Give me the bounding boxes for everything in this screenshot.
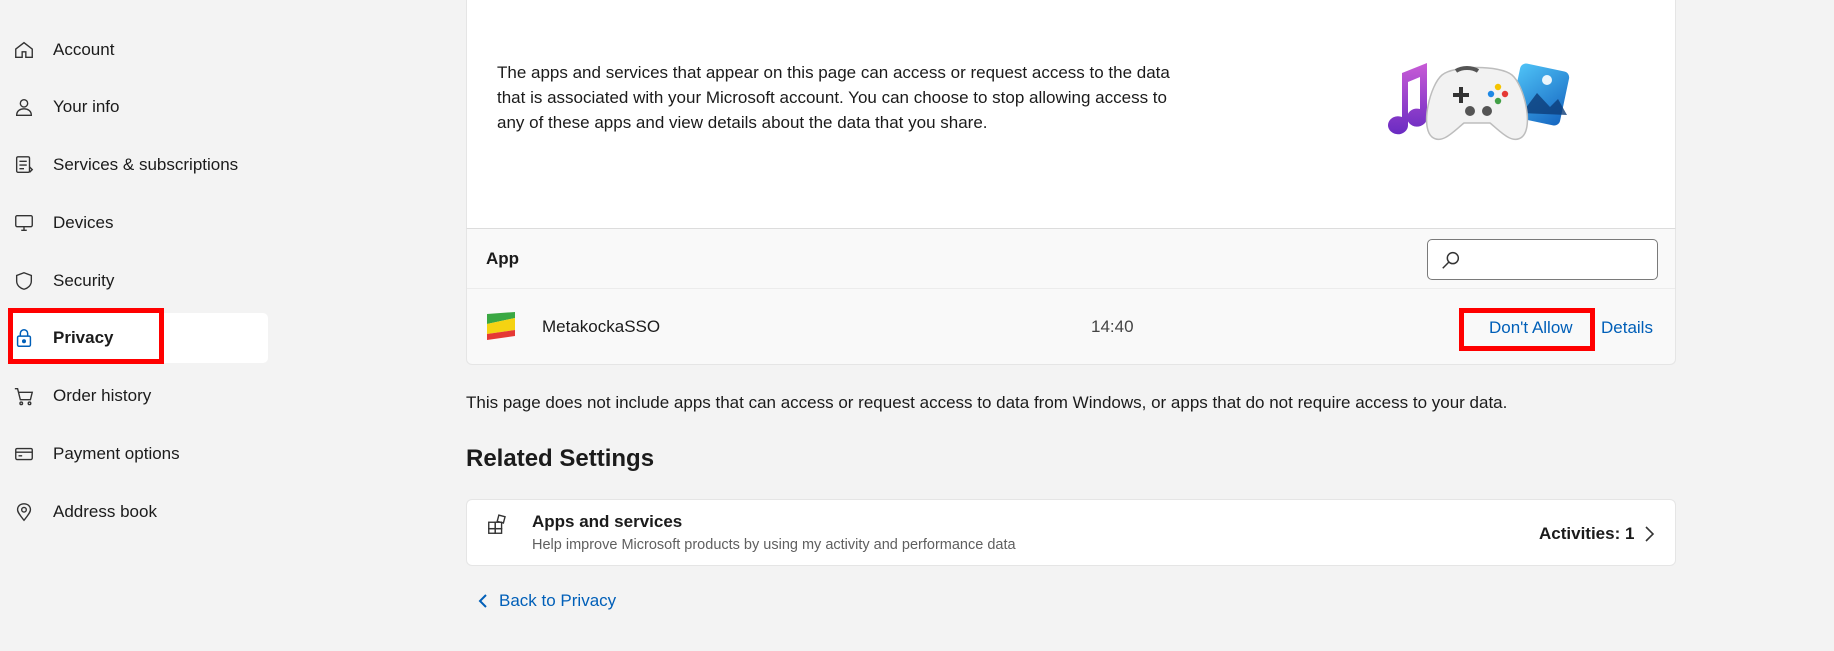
back-to-privacy-link[interactable]: Back to Privacy xyxy=(476,591,616,611)
sidebar-item-label: Payment options xyxy=(53,444,180,463)
related-settings-title: Related Settings xyxy=(466,445,655,472)
cart-icon xyxy=(12,384,36,408)
sidebar-item-privacy[interactable]: Privacy xyxy=(8,313,268,363)
sidebar-item-label: Account xyxy=(53,40,115,59)
sidebar-item-label: Security xyxy=(53,271,115,290)
sidebar-item-label: Your info xyxy=(53,97,120,116)
chevron-left-icon xyxy=(478,594,487,608)
sidebar-item-label: Services & subscriptions xyxy=(53,155,239,174)
column-header-app: App xyxy=(486,249,520,268)
activities-count: Activities: 1 xyxy=(1539,524,1635,543)
location-icon xyxy=(12,500,36,524)
card-icon xyxy=(12,442,36,466)
sidebar-item-order-history[interactable]: Order history xyxy=(8,371,268,421)
search-icon xyxy=(1442,251,1460,269)
related-item-name: Apps and services xyxy=(532,512,683,531)
sidebar-item-devices[interactable]: Devices xyxy=(8,198,268,248)
search-input[interactable] xyxy=(1470,246,1650,274)
monitor-icon xyxy=(12,211,36,235)
apps-icon xyxy=(488,514,506,534)
lock-icon xyxy=(12,326,36,350)
sidebar-item-address-book[interactable]: Address book xyxy=(8,487,268,537)
sidebar-item-account[interactable]: Account xyxy=(8,25,268,75)
person-icon xyxy=(12,95,36,119)
dont-allow-button[interactable]: Don't Allow xyxy=(1489,318,1573,338)
home-icon xyxy=(12,38,36,62)
sidebar: Account Your info Services & subscriptio… xyxy=(0,0,280,651)
apps-table: App MetakockaSSO 14:40 Don't Allow Detai… xyxy=(466,229,1676,365)
apps-and-services-card[interactable]: Apps and services Help improve Microsoft… xyxy=(466,499,1676,566)
sidebar-item-payment-options[interactable]: Payment options xyxy=(8,429,268,479)
search-box[interactable] xyxy=(1427,239,1658,280)
shield-icon xyxy=(12,269,36,293)
metakocka-logo-icon xyxy=(487,312,515,340)
row-divider xyxy=(467,288,1675,289)
subscriptions-icon xyxy=(12,153,36,177)
app-access-time: 14:40 xyxy=(1091,317,1134,336)
sidebar-item-label: Privacy xyxy=(53,328,114,347)
intro-card: The apps and services that appear on thi… xyxy=(466,0,1676,229)
chevron-right-icon xyxy=(1645,526,1655,542)
sidebar-item-label: Order history xyxy=(53,386,152,405)
footnote-text: This page does not include apps that can… xyxy=(466,393,1508,412)
sidebar-item-services[interactable]: Services & subscriptions xyxy=(8,140,268,190)
sidebar-item-security[interactable]: Security xyxy=(8,256,268,306)
related-item-description: Help improve Microsoft products by using… xyxy=(532,537,1016,553)
details-link[interactable]: Details xyxy=(1601,318,1653,338)
intro-text: The apps and services that appear on thi… xyxy=(497,63,1170,132)
sidebar-item-label: Devices xyxy=(53,213,114,232)
sidebar-item-your-info[interactable]: Your info xyxy=(8,82,268,132)
app-name: MetakockaSSO xyxy=(542,317,661,336)
sidebar-item-label: Address book xyxy=(53,502,157,521)
apps-illustration-icon xyxy=(1388,63,1570,141)
back-link-label: Back to Privacy xyxy=(499,591,617,610)
